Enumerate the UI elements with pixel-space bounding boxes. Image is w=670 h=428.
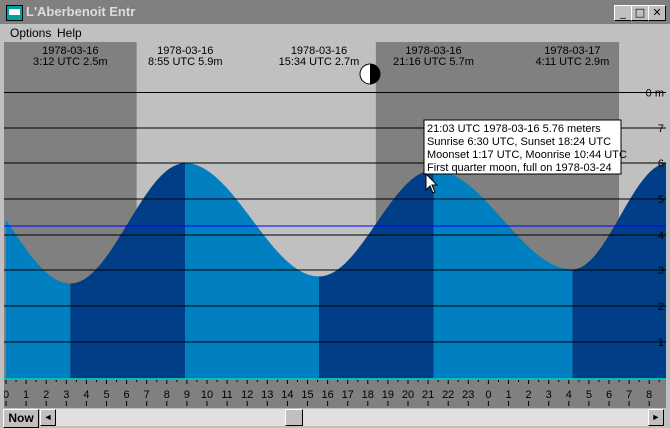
hour-label: 1 — [23, 389, 29, 401]
hour-label: 22 — [442, 389, 454, 401]
hour-label: 15 — [301, 389, 313, 401]
now-button[interactable]: Now — [3, 409, 39, 428]
tide-event-detail: 3:12 UTC 2.5m — [33, 56, 108, 68]
hour-label: 7 — [626, 389, 632, 401]
bottom-bar: Now ◄ ► — [0, 408, 670, 428]
tide-graph[interactable]: 0 m76543210 1 2 3 4 5 6 7 8 9 10 11 12 13 14 15 16 17 18 19… — [4, 42, 666, 408]
menu-options-label: Options — [10, 26, 52, 40]
tide-event-detail: 4:11 UTC 2.9m — [536, 56, 610, 68]
hour-label: 20 — [402, 389, 414, 401]
time-scrollbar[interactable]: ◄ ► — [40, 409, 664, 426]
hour-label: 0 — [485, 389, 491, 401]
window-title: L'Aberbenoit Entr — [26, 4, 136, 19]
hour-label: 2 — [526, 389, 532, 401]
hour-label: 3 — [546, 389, 552, 401]
hour-label: 6 — [124, 389, 130, 401]
maximize-button[interactable]: □ — [631, 5, 649, 21]
close-button[interactable]: ✕ — [648, 5, 666, 21]
hour-label: 18 — [362, 389, 374, 401]
menu-help-label: Help — [57, 26, 82, 40]
menu-bar: Options Help — [0, 24, 670, 42]
hour-label: 12 — [241, 389, 253, 401]
tooltip-line: Sunrise 6:30 UTC, Sunset 18:24 UTC — [427, 136, 611, 148]
depth-label: 3 — [658, 265, 664, 277]
hour-label: 14 — [281, 389, 293, 401]
hour-label: 17 — [342, 389, 354, 401]
hour-label: 2 — [43, 389, 49, 401]
menu-options[interactable]: Options — [10, 26, 51, 40]
hour-label: 16 — [321, 389, 333, 401]
depth-label: 4 — [658, 230, 664, 242]
hour-label: 3 — [63, 389, 69, 401]
hour-label: 1 — [505, 389, 511, 401]
tooltip-line: First quarter moon, full on 1978-03-24 — [427, 162, 612, 174]
tide-event-detail: 8:55 UTC 5.9m — [148, 56, 223, 68]
hour-label: 9 — [184, 389, 190, 401]
hour-label: 5 — [103, 389, 109, 401]
tide-event-detail: 15:34 UTC 2.7m — [279, 56, 360, 68]
depth-label: 2 — [658, 301, 664, 313]
hour-label: 5 — [586, 389, 592, 401]
hour-label: 11 — [221, 389, 232, 401]
tooltip-line: 21:03 UTC 1978-03-16 5.76 meters — [427, 123, 601, 135]
hour-label: 19 — [382, 389, 394, 401]
hour-label: 8 — [164, 389, 170, 401]
minimize-button[interactable]: _ — [614, 5, 632, 21]
app-icon[interactable] — [6, 5, 23, 21]
depth-label: 5 — [658, 194, 664, 206]
depth-label: 1 — [658, 337, 664, 349]
hour-label: 4 — [83, 389, 89, 401]
depth-label: 7 — [658, 123, 664, 135]
hour-label: 13 — [261, 389, 273, 401]
hour-label: 23 — [462, 389, 474, 401]
depth-label: 0 m — [646, 88, 664, 100]
menu-help[interactable]: Help — [57, 26, 82, 40]
hour-label: 4 — [566, 389, 572, 401]
tooltip-line: Moonset 1:17 UTC, Moonrise 10:44 UTC — [427, 149, 627, 161]
hour-label: 10 — [201, 389, 213, 401]
hour-label: 7 — [144, 389, 150, 401]
depth-label: 6 — [658, 158, 664, 170]
hour-label: 8 — [646, 389, 652, 401]
scroll-left-button[interactable]: ◄ — [40, 409, 56, 426]
hour-label: 21 — [422, 389, 434, 401]
hour-label: 6 — [606, 389, 612, 401]
scroll-thumb[interactable] — [285, 409, 304, 426]
hour-label: 0 — [4, 389, 9, 401]
tide-event-detail: 21:16 UTC 5.7m — [393, 56, 474, 68]
scroll-right-button[interactable]: ► — [648, 409, 664, 426]
title-bar: L'Aberbenoit Entr _ □ ✕ — [0, 0, 670, 24]
